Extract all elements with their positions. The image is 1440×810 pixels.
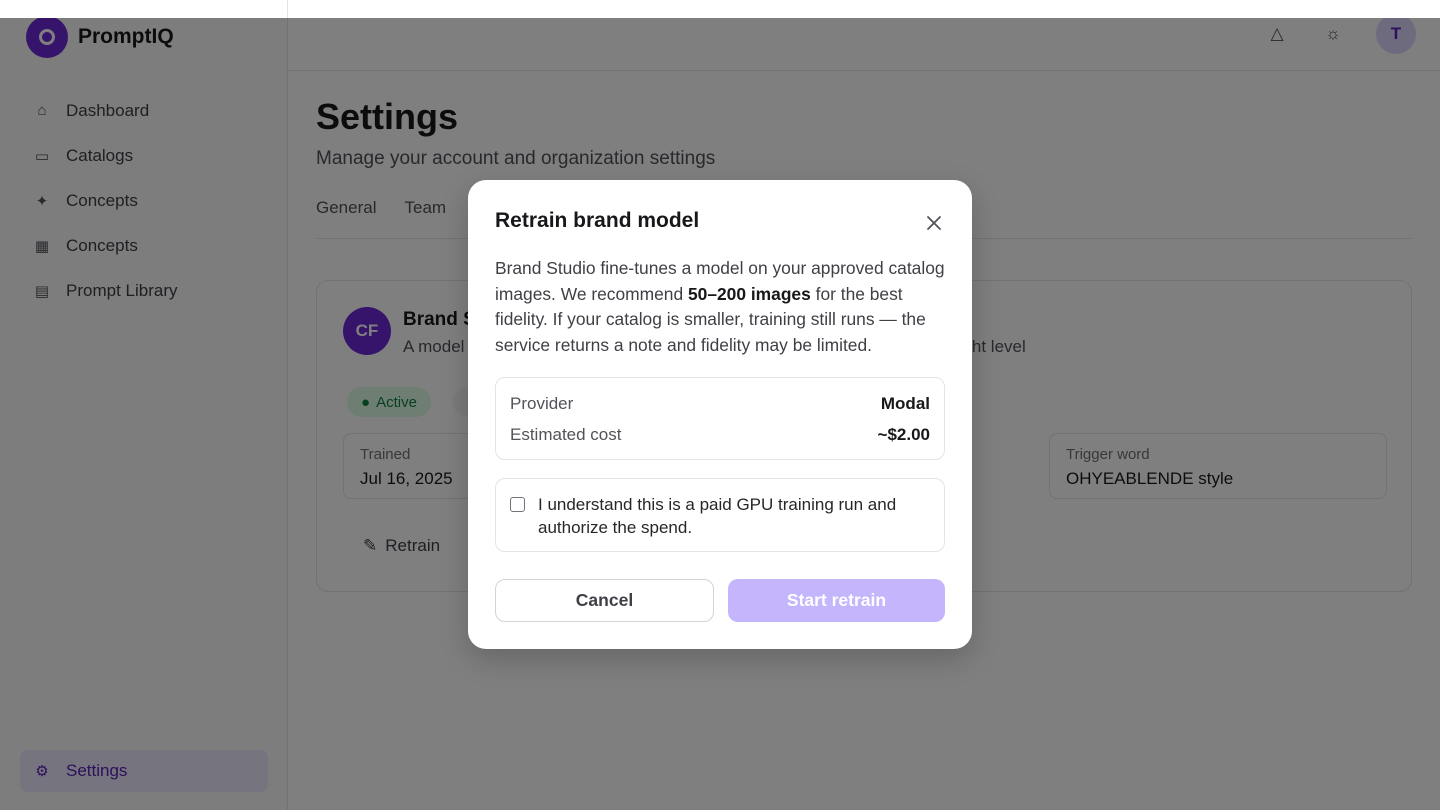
provider-row: Provider Modal: [510, 388, 930, 419]
retrain-modal: Retrain brand model Brand Studio fine-tu…: [468, 180, 972, 649]
modal-description: Brand Studio fine-tunes a model on your …: [495, 256, 951, 358]
cost-value: ~$2.00: [877, 424, 930, 444]
top-strip: [0, 0, 1440, 18]
consent-text: I understand this is a paid GPU training…: [538, 495, 897, 537]
cost-label: Estimated cost: [510, 424, 622, 444]
close-icon[interactable]: [922, 211, 946, 235]
cost-row: Estimated cost ~$2.00: [510, 419, 930, 450]
provider-value: Modal: [880, 393, 930, 413]
consent-checkbox[interactable]: [510, 497, 525, 512]
provider-label: Provider: [510, 393, 574, 413]
cancel-button[interactable]: Cancel: [495, 579, 714, 622]
consent-box[interactable]: I understand this is a paid GPU training…: [495, 478, 945, 552]
start-retrain-button[interactable]: Start retrain: [728, 579, 945, 622]
description-emphasis: 50–200 images: [687, 283, 811, 304]
training-info-box: Provider Modal Estimated cost ~$2.00: [495, 377, 945, 460]
modal-title: Retrain brand model: [495, 209, 700, 232]
